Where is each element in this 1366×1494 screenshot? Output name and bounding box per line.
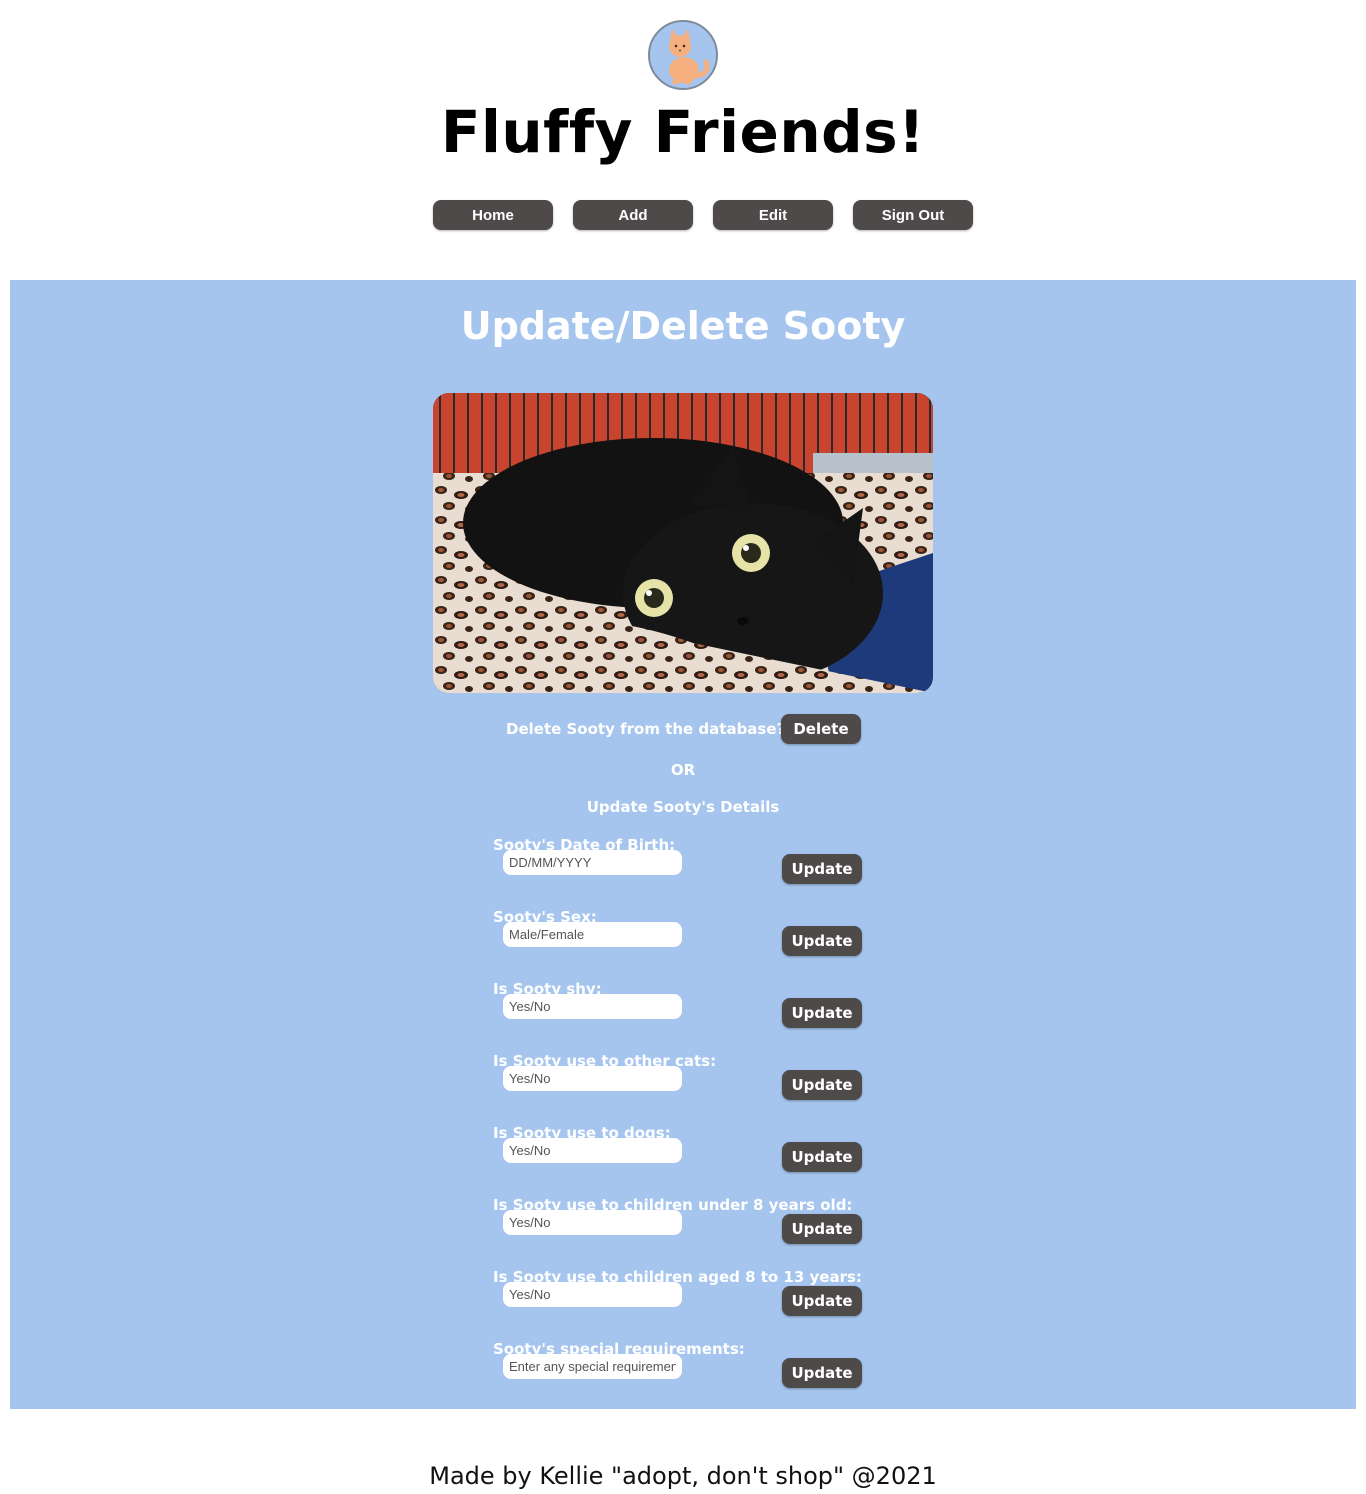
cat-photo	[433, 393, 933, 693]
nav-edit-button[interactable]: Edit	[713, 200, 833, 230]
children-8-13-update-button[interactable]: Update	[782, 1286, 862, 1316]
update-delete-panel: Update/Delete Sooty Delete Sooty from th…	[10, 280, 1356, 1409]
sex-field-group: Sooty's Sex: Update	[10, 908, 1356, 968]
panel-title: Update/Delete Sooty	[460, 304, 906, 348]
dob-input[interactable]	[503, 850, 682, 875]
nav-sign-out-button[interactable]: Sign Out	[853, 200, 973, 230]
special-requirements-field-group: Sooty's special requirements: Update	[10, 1340, 1356, 1400]
site-footer: Made by Kellie "adopt, don't shop" @2021	[429, 1462, 937, 1490]
dogs-input[interactable]	[503, 1138, 682, 1163]
shy-update-button[interactable]: Update	[782, 998, 862, 1028]
other-cats-input[interactable]	[503, 1066, 682, 1091]
cat-logo-icon	[648, 20, 718, 90]
nav-home-button[interactable]: Home	[433, 200, 553, 230]
update-details-heading: Update Sooty's Details	[586, 798, 780, 816]
other-cats-update-button[interactable]: Update	[782, 1070, 862, 1100]
nav-add-button[interactable]: Add	[573, 200, 693, 230]
dob-field-group: Sooty's Date of Birth: Update	[10, 836, 1356, 896]
children-under-8-update-button[interactable]: Update	[782, 1214, 862, 1244]
children-under-8-field-group: Is Sooty use to children under 8 years o…	[10, 1196, 1356, 1256]
or-divider: OR	[670, 761, 696, 779]
dogs-update-button[interactable]: Update	[782, 1142, 862, 1172]
dob-update-button[interactable]: Update	[782, 854, 862, 884]
delete-row: Delete Sooty from the database? Delete	[10, 714, 1356, 744]
shy-input[interactable]	[503, 994, 682, 1019]
site-title: Fluffy Friends!	[440, 98, 926, 166]
children-8-13-input[interactable]	[503, 1282, 682, 1307]
children-8-13-field-group: Is Sooty use to children aged 8 to 13 ye…	[10, 1268, 1356, 1328]
special-requirements-update-button[interactable]: Update	[782, 1358, 862, 1388]
site-header: Fluffy Friends! Home Add Edit Sign Out	[0, 0, 1366, 280]
main-nav: Home Add Edit Sign Out	[433, 200, 973, 230]
cats-field-group: Is Sooty use to other cats: Update	[10, 1052, 1356, 1112]
delete-prompt: Delete Sooty from the database?	[506, 720, 786, 738]
children-under-8-input[interactable]	[503, 1210, 682, 1235]
sex-input[interactable]	[503, 922, 682, 947]
special-requirements-input[interactable]	[503, 1354, 682, 1379]
dogs-field-group: Is Sooty use to dogs: Update	[10, 1124, 1356, 1184]
shy-field-group: Is Sooty shy: Update	[10, 980, 1356, 1040]
sex-update-button[interactable]: Update	[782, 926, 862, 956]
delete-button[interactable]: Delete	[781, 714, 861, 744]
